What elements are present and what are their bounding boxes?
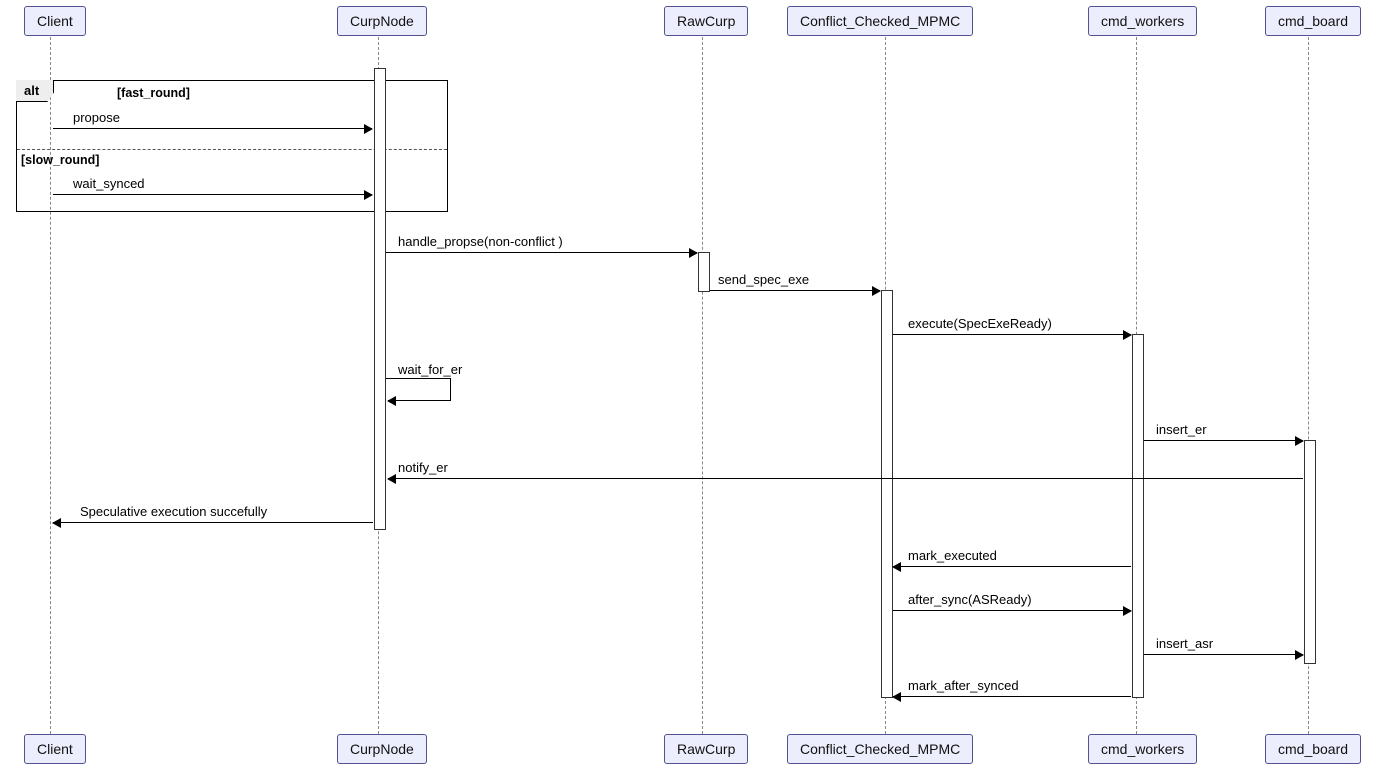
alt-keyword: alt: [16, 80, 54, 102]
arrow-notify-er: [388, 478, 1303, 479]
activation-workers: [1132, 334, 1144, 698]
arrow-propose: [53, 128, 372, 129]
participant-rawcurp-top: RawCurp: [664, 6, 748, 36]
arrow-send-spec-exe: [710, 290, 880, 291]
alt-guard-fast: [fast_round]: [117, 86, 190, 100]
msg-execute: execute(SpecExeReady): [908, 316, 1052, 331]
participant-board-top: cmd_board: [1265, 6, 1361, 36]
arrow-wait-for-er: [388, 400, 450, 401]
participant-curpnode-bottom: CurpNode: [337, 734, 427, 764]
msg-wait-synced: wait_synced: [73, 176, 145, 191]
msg-insert-er: insert_er: [1156, 422, 1207, 437]
msg-handle-propose: handle_propse(non-conflict ): [398, 234, 563, 249]
participant-curpnode-top: CurpNode: [337, 6, 427, 36]
arrow-wait-synced: [53, 194, 372, 195]
arrow-spec-success: [53, 522, 373, 523]
arrow-insert-asr: [1144, 654, 1303, 655]
msg-propose: propose: [73, 110, 120, 125]
arrow-insert-er: [1144, 440, 1303, 441]
msg-insert-asr: insert_asr: [1156, 636, 1213, 651]
participant-rawcurp-bottom: RawCurp: [664, 734, 748, 764]
activation-rawcurp: [698, 252, 710, 292]
msg-mark-after-synced: mark_after_synced: [908, 678, 1019, 693]
arrow-handle-propose: [386, 252, 697, 253]
msg-notify-er: notify_er: [398, 460, 448, 475]
msg-send-spec-exe: send_spec_exe: [718, 272, 809, 287]
msg-wait-for-er: wait_for_er: [398, 362, 462, 377]
activation-board: [1304, 440, 1316, 664]
msg-mark-executed: mark_executed: [908, 548, 997, 563]
participant-client-bottom: Client: [24, 734, 86, 764]
activation-curpnode: [374, 68, 386, 530]
arrow-mark-executed: [893, 566, 1131, 567]
participant-workers-top: cmd_workers: [1088, 6, 1197, 36]
participant-client-top: Client: [24, 6, 86, 36]
participant-workers-bottom: cmd_workers: [1088, 734, 1197, 764]
activation-mpmc: [881, 290, 893, 698]
arrow-after-sync: [893, 610, 1131, 611]
participant-mpmc-bottom: Conflict_Checked_MPMC: [787, 734, 973, 764]
alt-guard-slow: [slow_round]: [21, 153, 99, 167]
participant-mpmc-top: Conflict_Checked_MPMC: [787, 6, 973, 36]
msg-after-sync: after_sync(ASReady): [908, 592, 1032, 607]
participant-board-bottom: cmd_board: [1265, 734, 1361, 764]
arrow-execute: [893, 334, 1131, 335]
lifeline-rawcurp: [702, 37, 703, 734]
msg-spec-success: Speculative execution succefully: [80, 504, 267, 519]
arrow-mark-after-synced: [893, 696, 1131, 697]
